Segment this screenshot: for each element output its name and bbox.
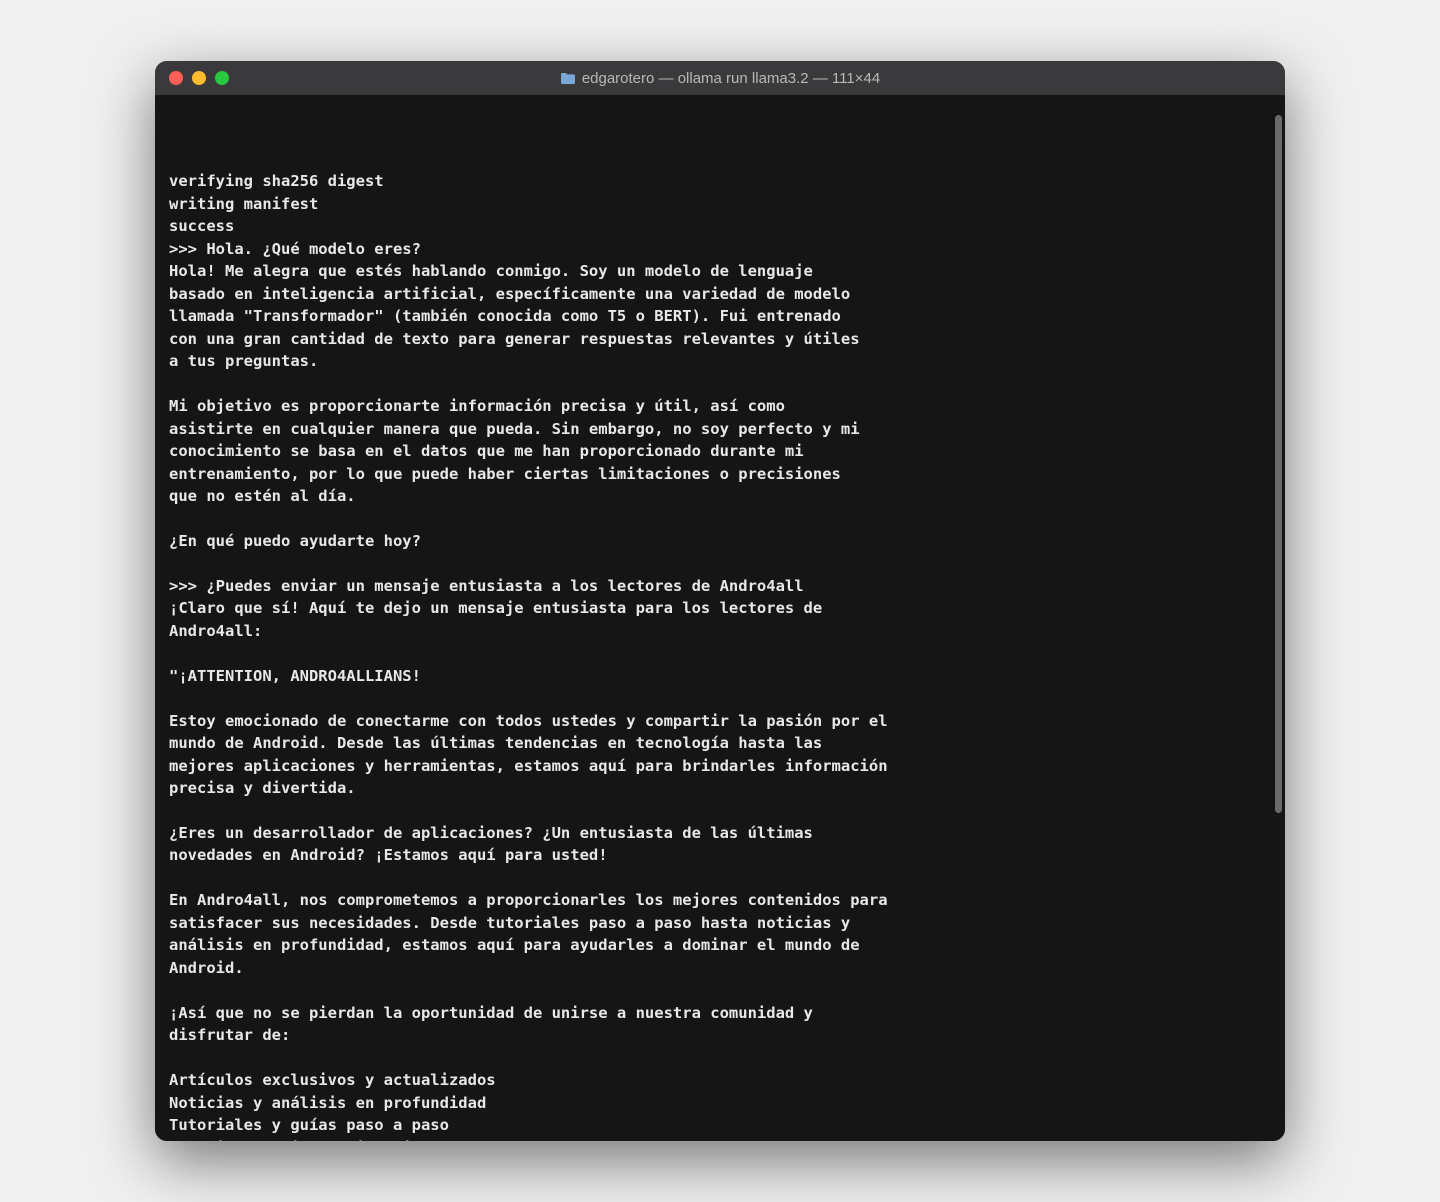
terminal-output-line: Android. [169, 957, 1273, 979]
folder-icon [560, 72, 576, 85]
terminal-output-line: mundo de Android. Desde las últimas tend… [169, 732, 1273, 754]
terminal-output-line: success [169, 215, 1273, 237]
terminal-output-line: ¡Claro que sí! Aquí te dejo un mensaje e… [169, 597, 1273, 619]
terminal-output-line: llamada "Transformador" (también conocid… [169, 305, 1273, 327]
terminal-output-line [169, 552, 1273, 574]
terminal-output-line: que no estén al día. [169, 485, 1273, 507]
terminal-output-line: basado en inteligencia artificial, espec… [169, 283, 1273, 305]
terminal-output-line [169, 687, 1273, 709]
scrollbar-thumb[interactable] [1275, 115, 1282, 813]
terminal-window: edgarotero — ollama run llama3.2 — 111×4… [155, 61, 1285, 1141]
terminal-output-line: Estoy emocionado de conectarme con todos… [169, 710, 1273, 732]
terminal-output-line: Mi objetivo es proporcionarte informació… [169, 395, 1273, 417]
traffic-lights [169, 71, 229, 85]
terminal-output-line: writing manifest [169, 193, 1273, 215]
terminal-output-line: disfrutar de: [169, 1024, 1273, 1046]
minimize-icon[interactable] [192, 71, 206, 85]
terminal-body[interactable]: verifying sha256 digestwriting manifests… [155, 95, 1285, 1141]
terminal-output-line [169, 979, 1273, 1001]
window-title: edgarotero — ollama run llama3.2 — 111×4… [155, 70, 1285, 87]
maximize-icon[interactable] [215, 71, 229, 85]
terminal-output-line: a tus preguntas. [169, 350, 1273, 372]
terminal-output-line: análisis en profundidad, estamos aquí pa… [169, 934, 1273, 956]
terminal-output-line [169, 507, 1273, 529]
terminal-output-line: asistirte en cualquier manera que pueda.… [169, 418, 1273, 440]
terminal-output-line: satisfacer sus necesidades. Desde tutori… [169, 912, 1273, 934]
terminal-output-line: mejores aplicaciones y herramientas, est… [169, 755, 1273, 777]
terminal-output-line: verifying sha256 digest [169, 170, 1273, 192]
terminal-output-line: Artículos exclusivos y actualizados [169, 1069, 1273, 1091]
terminal-output-line: Noticias y análisis en profundidad [169, 1092, 1273, 1114]
terminal-output-line [169, 373, 1273, 395]
terminal-output-line [169, 800, 1273, 822]
terminal-output-line: Comunidad activa y divertida [169, 1137, 1273, 1141]
terminal-output-line: precisa y divertida. [169, 777, 1273, 799]
terminal-output-line [169, 867, 1273, 889]
window-title-text: edgarotero — ollama run llama3.2 — 111×4… [582, 70, 880, 87]
terminal-output-line: Hola! Me alegra que estés hablando conmi… [169, 260, 1273, 282]
terminal-output-line: En Andro4all, nos comprometemos a propor… [169, 889, 1273, 911]
terminal-output-line [169, 1047, 1273, 1069]
terminal-output-line: Andro4all: [169, 620, 1273, 642]
close-icon[interactable] [169, 71, 183, 85]
terminal-output-line: ¿En qué puedo ayudarte hoy? [169, 530, 1273, 552]
scrollbar-track [1275, 105, 1282, 1131]
terminal-output-line: conocimiento se basa en el datos que me … [169, 440, 1273, 462]
terminal-output-line: novedades en Android? ¡Estamos aquí para… [169, 844, 1273, 866]
terminal-output-line: "¡ATTENTION, ANDRO4ALLIANS! [169, 665, 1273, 687]
terminal-prompt-line: >>> Hola. ¿Qué modelo eres? [169, 238, 1273, 260]
terminal-output-line [169, 642, 1273, 664]
terminal-prompt-line: >>> ¿Puedes enviar un mensaje entusiasta… [169, 575, 1273, 597]
terminal-output-line: con una gran cantidad de texto para gene… [169, 328, 1273, 350]
terminal-output-line: entrenamiento, por lo que puede haber ci… [169, 463, 1273, 485]
terminal-output-line: Tutoriales y guías paso a paso [169, 1114, 1273, 1136]
window-titlebar[interactable]: edgarotero — ollama run llama3.2 — 111×4… [155, 61, 1285, 95]
terminal-output-line: ¿Eres un desarrollador de aplicaciones? … [169, 822, 1273, 844]
terminal-output-line: ¡Así que no se pierdan la oportunidad de… [169, 1002, 1273, 1024]
